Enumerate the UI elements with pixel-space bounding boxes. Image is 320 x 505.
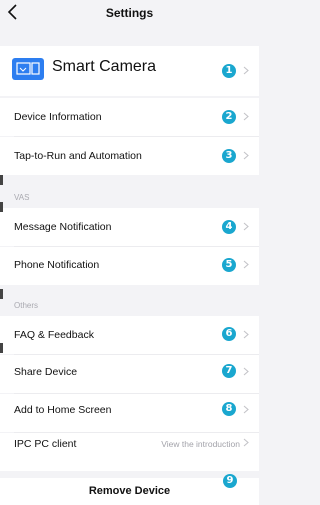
chevron-right-icon: [243, 330, 249, 339]
chevron-right-icon: [243, 222, 249, 231]
row-phone-notification[interactable]: Phone Notification 5: [0, 247, 259, 285]
badge-9: 9: [223, 474, 237, 488]
chevron-right-icon: [243, 151, 249, 160]
edge-artifact: [0, 289, 3, 299]
device-name: Smart Camera: [52, 58, 157, 75]
badge-5: 5: [222, 258, 236, 272]
row-message-notification[interactable]: Message Notification 4: [0, 208, 259, 246]
section-vas: VAS: [14, 193, 30, 202]
row-add-to-home-screen[interactable]: Add to Home Screen 8: [0, 394, 259, 432]
badge-4: 4: [222, 220, 236, 234]
edge-artifact: [0, 175, 3, 185]
chevron-right-icon: [243, 260, 249, 269]
chevron-right-icon: [243, 112, 249, 121]
badge-1: 1: [222, 64, 236, 78]
faq-feedback-label: FAQ & Feedback: [14, 329, 94, 341]
share-device-label: Share Device: [14, 366, 78, 378]
remove-device-button[interactable]: Remove Device: [0, 485, 259, 497]
badge-3: 3: [222, 149, 236, 163]
row-ipc-pc-client[interactable]: IPC PC client View the introduction: [0, 433, 259, 471]
chevron-right-icon: [243, 367, 249, 376]
ipc-pc-client-label: IPC PC client: [14, 438, 77, 450]
row-faq-feedback[interactable]: FAQ & Feedback 6: [0, 316, 259, 354]
camera-icon: [12, 58, 44, 80]
badge-8: 8: [222, 402, 236, 416]
tap-to-run-label: Tap-to-Run and Automation: [14, 150, 142, 162]
device-row[interactable]: Smart Camera 1: [0, 46, 259, 96]
edge-artifact: [0, 202, 3, 212]
page-title: Settings: [105, 6, 154, 20]
row-device-information[interactable]: Device Information 2: [0, 98, 259, 136]
phone-notification-label: Phone Notification: [14, 259, 100, 271]
view-introduction-link[interactable]: View the introduction: [161, 439, 240, 449]
edge-artifact: [0, 343, 3, 353]
badge-7: 7: [222, 364, 236, 378]
chevron-right-icon: [243, 438, 249, 447]
row-share-device[interactable]: Share Device 7: [0, 355, 259, 393]
header: Settings: [0, 0, 259, 30]
section-others: Others: [14, 301, 39, 310]
remove-device-row[interactable]: Remove Device 9: [0, 474, 259, 505]
add-to-home-screen-label: Add to Home Screen: [14, 404, 112, 416]
message-notification-label: Message Notification: [14, 221, 112, 233]
device-information-label: Device Information: [14, 111, 102, 123]
row-tap-to-run[interactable]: Tap-to-Run and Automation 3: [0, 137, 259, 175]
badge-2: 2: [222, 110, 236, 124]
chevron-right-icon: [243, 405, 249, 414]
chevron-right-icon: [243, 66, 249, 75]
badge-6: 6: [222, 327, 236, 341]
